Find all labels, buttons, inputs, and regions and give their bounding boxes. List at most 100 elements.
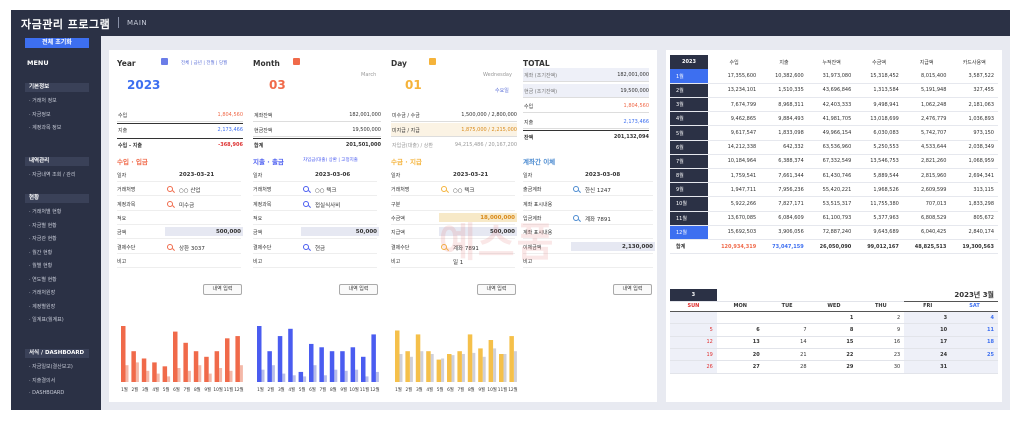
calendar-day[interactable]: 3 bbox=[904, 311, 952, 325]
calendar-day[interactable]: 13 bbox=[716, 336, 764, 350]
search-icon[interactable] bbox=[167, 243, 173, 250]
table-row[interactable]: 5월 9,617,547 1,833,098 49,966,154 6,030,083 5… bbox=[670, 125, 998, 141]
search-icon[interactable] bbox=[303, 186, 309, 193]
search-icon[interactable] bbox=[303, 200, 309, 207]
sidebar-item[interactable]: · DASHBOARD bbox=[29, 390, 64, 396]
calendar-day[interactable]: 5 bbox=[670, 323, 717, 337]
form-field-value[interactable]: 2023-03-21 bbox=[453, 172, 488, 178]
calendar-day[interactable]: 11 bbox=[951, 323, 998, 337]
form-quick-links[interactable]: 차입금(대출) 상환 | 고정지출 bbox=[303, 157, 358, 163]
form-field-value[interactable]: 상환 3037 bbox=[179, 244, 205, 252]
entry-input-button[interactable]: 내역 입력 bbox=[613, 284, 652, 295]
calendar-day[interactable]: 30 bbox=[857, 360, 905, 374]
calendar-day[interactable]: 20 bbox=[716, 348, 764, 362]
calendar-day[interactable]: 12 bbox=[670, 336, 717, 350]
table-row[interactable]: 12월 15,692,503 3,906,056 72,887,240 9,643,68… bbox=[670, 225, 998, 240]
form-field-value[interactable]: 계좌 7891 bbox=[585, 215, 611, 223]
calendar-day[interactable]: 25 bbox=[951, 348, 998, 362]
calendar-day[interactable]: 31 bbox=[904, 360, 952, 374]
search-icon[interactable] bbox=[573, 186, 579, 193]
calendar-day[interactable]: 27 bbox=[716, 360, 764, 374]
search-icon[interactable] bbox=[573, 214, 579, 221]
calendar-day[interactable]: 8 bbox=[810, 323, 858, 337]
sidebar-item[interactable]: · 거래처원장 bbox=[29, 289, 55, 296]
calendar-day[interactable]: 9 bbox=[857, 323, 905, 337]
form-field-value[interactable]: 미수금 bbox=[179, 201, 194, 209]
table-row[interactable]: 11월 13,670,085 6,084,609 61,100,793 5,377,96… bbox=[670, 211, 998, 226]
reset-all-button[interactable]: 전체 초기화 bbox=[25, 38, 89, 48]
calendar-day[interactable]: 23 bbox=[857, 348, 905, 362]
form-field-value[interactable]: 2,130,000 bbox=[622, 244, 653, 250]
sidebar-item[interactable]: · 자금별 현황 bbox=[29, 222, 57, 229]
form-field-value[interactable]: 2023-03-06 bbox=[315, 172, 350, 178]
sidebar-item[interactable]: · 자금관 현황 bbox=[29, 235, 57, 242]
sidebar-item[interactable]: · 거래처 정보 bbox=[29, 97, 57, 104]
table-row[interactable]: 10월 5,922,266 7,827,171 53,515,317 11,755,38… bbox=[670, 196, 998, 212]
table-row[interactable]: 1월 17,355,600 10,382,600 31,973,080 15,318,4… bbox=[670, 69, 998, 84]
calendar-day[interactable]: 10 bbox=[904, 323, 952, 337]
calendar-day[interactable] bbox=[716, 311, 764, 325]
table-row[interactable]: 4월 9,462,865 9,884,493 41,981,705 13,018,699… bbox=[670, 111, 998, 127]
form-field-value[interactable]: 2023-03-21 bbox=[179, 172, 214, 178]
calendar-day[interactable]: 24 bbox=[904, 348, 952, 362]
sidebar-item[interactable]: · 거래처별 현황 bbox=[29, 208, 61, 215]
calendar-day[interactable] bbox=[763, 311, 811, 325]
calendar-day[interactable]: 22 bbox=[810, 348, 858, 362]
form-field-value[interactable]: ○○ 산업 bbox=[179, 186, 200, 194]
table-row[interactable]: 9월 1,947,711 7,956,236 55,420,221 1,968,526 2… bbox=[670, 182, 998, 198]
sidebar-item[interactable]: · 일계표(월계표) bbox=[29, 316, 64, 323]
calendar-day[interactable]: 15 bbox=[810, 336, 858, 350]
search-icon[interactable] bbox=[303, 243, 309, 250]
calendar-day[interactable]: 6 bbox=[716, 323, 764, 337]
table-row[interactable]: 6월 14,212,338 642,332 63,536,960 5,250,553 4,… bbox=[670, 140, 998, 155]
search-icon[interactable] bbox=[167, 186, 173, 193]
calendar-icon[interactable] bbox=[293, 58, 300, 65]
calendar-icon[interactable] bbox=[161, 58, 168, 65]
sidebar-item[interactable]: · 자금내역 조회 / 관리 bbox=[29, 171, 75, 178]
calendar-day[interactable]: 7 bbox=[763, 323, 811, 337]
sidebar-item[interactable]: · 자금일보(결산보고) bbox=[29, 363, 73, 370]
calendar-day[interactable]: 29 bbox=[810, 360, 858, 374]
calendar-day[interactable]: 28 bbox=[763, 360, 811, 374]
calendar-icon[interactable] bbox=[429, 58, 436, 65]
calendar-day[interactable] bbox=[670, 311, 717, 325]
calendar-day[interactable]: 4 bbox=[951, 311, 998, 325]
table-row[interactable]: 2월 13,234,101 1,510,335 43,696,846 1,313,584… bbox=[670, 83, 998, 99]
entry-input-button[interactable]: 내역 입력 bbox=[339, 284, 378, 295]
form-field-value[interactable]: 접실식사비 bbox=[315, 201, 340, 209]
sidebar-item[interactable]: · 월별 현황 bbox=[29, 262, 52, 269]
table-row[interactable]: 3월 7,674,799 8,968,311 42,403,333 9,498,941 1… bbox=[670, 97, 998, 113]
entry-input-button[interactable]: 내역 입력 bbox=[477, 284, 516, 295]
form-field-value[interactable]: 50,000 bbox=[356, 229, 377, 235]
form-field-value[interactable]: 2023-03-08 bbox=[585, 172, 620, 178]
calendar-day[interactable]: 2 bbox=[857, 311, 905, 325]
summary-value: 201,132,094 bbox=[613, 134, 649, 140]
search-icon[interactable] bbox=[167, 200, 173, 207]
calendar-day[interactable]: 26 bbox=[670, 360, 717, 374]
table-row[interactable]: 8월 1,759,541 7,661,344 61,430,746 5,889,544 2… bbox=[670, 168, 998, 184]
sidebar-item[interactable]: · 월간 현황 bbox=[29, 249, 52, 256]
calendar-day[interactable]: 21 bbox=[763, 348, 811, 362]
sidebar-item[interactable]: · 자금정보 bbox=[29, 111, 51, 118]
year-filter-links[interactable]: 전체 | 금년 | 전월 | 당월 bbox=[181, 60, 227, 66]
calendar-day[interactable] bbox=[951, 360, 998, 374]
form-field-value[interactable]: 한신 1247 bbox=[585, 186, 611, 194]
search-icon[interactable] bbox=[441, 186, 447, 193]
form-field-value[interactable]: ○○ 텍크 bbox=[453, 186, 474, 194]
table-row[interactable]: 7월 10,184,964 6,388,374 67,332,549 13,546,75… bbox=[670, 154, 998, 170]
sidebar-item[interactable]: · 계정별원장 bbox=[29, 303, 55, 310]
calendar-day[interactable]: 19 bbox=[670, 348, 717, 362]
form-field-value[interactable]: 500,000 bbox=[216, 229, 241, 235]
form-field-value[interactable]: ○○ 텍크 bbox=[315, 186, 336, 194]
sidebar-item[interactable]: · 지출결의서 bbox=[29, 377, 55, 384]
calendar-day[interactable]: 16 bbox=[857, 336, 905, 350]
form-field-value[interactable]: 현금 bbox=[315, 244, 325, 252]
calendar-day[interactable]: 14 bbox=[763, 336, 811, 350]
chart-bar bbox=[395, 330, 400, 382]
sidebar-item[interactable]: · 계정과목 정보 bbox=[29, 124, 61, 131]
entry-input-button[interactable]: 내역 입력 bbox=[203, 284, 242, 295]
calendar-day[interactable]: 1 bbox=[810, 311, 858, 325]
calendar-day[interactable]: 17 bbox=[904, 336, 952, 350]
calendar-day[interactable]: 18 bbox=[951, 336, 998, 350]
sidebar-item[interactable]: · 연도별 현황 bbox=[29, 276, 57, 283]
